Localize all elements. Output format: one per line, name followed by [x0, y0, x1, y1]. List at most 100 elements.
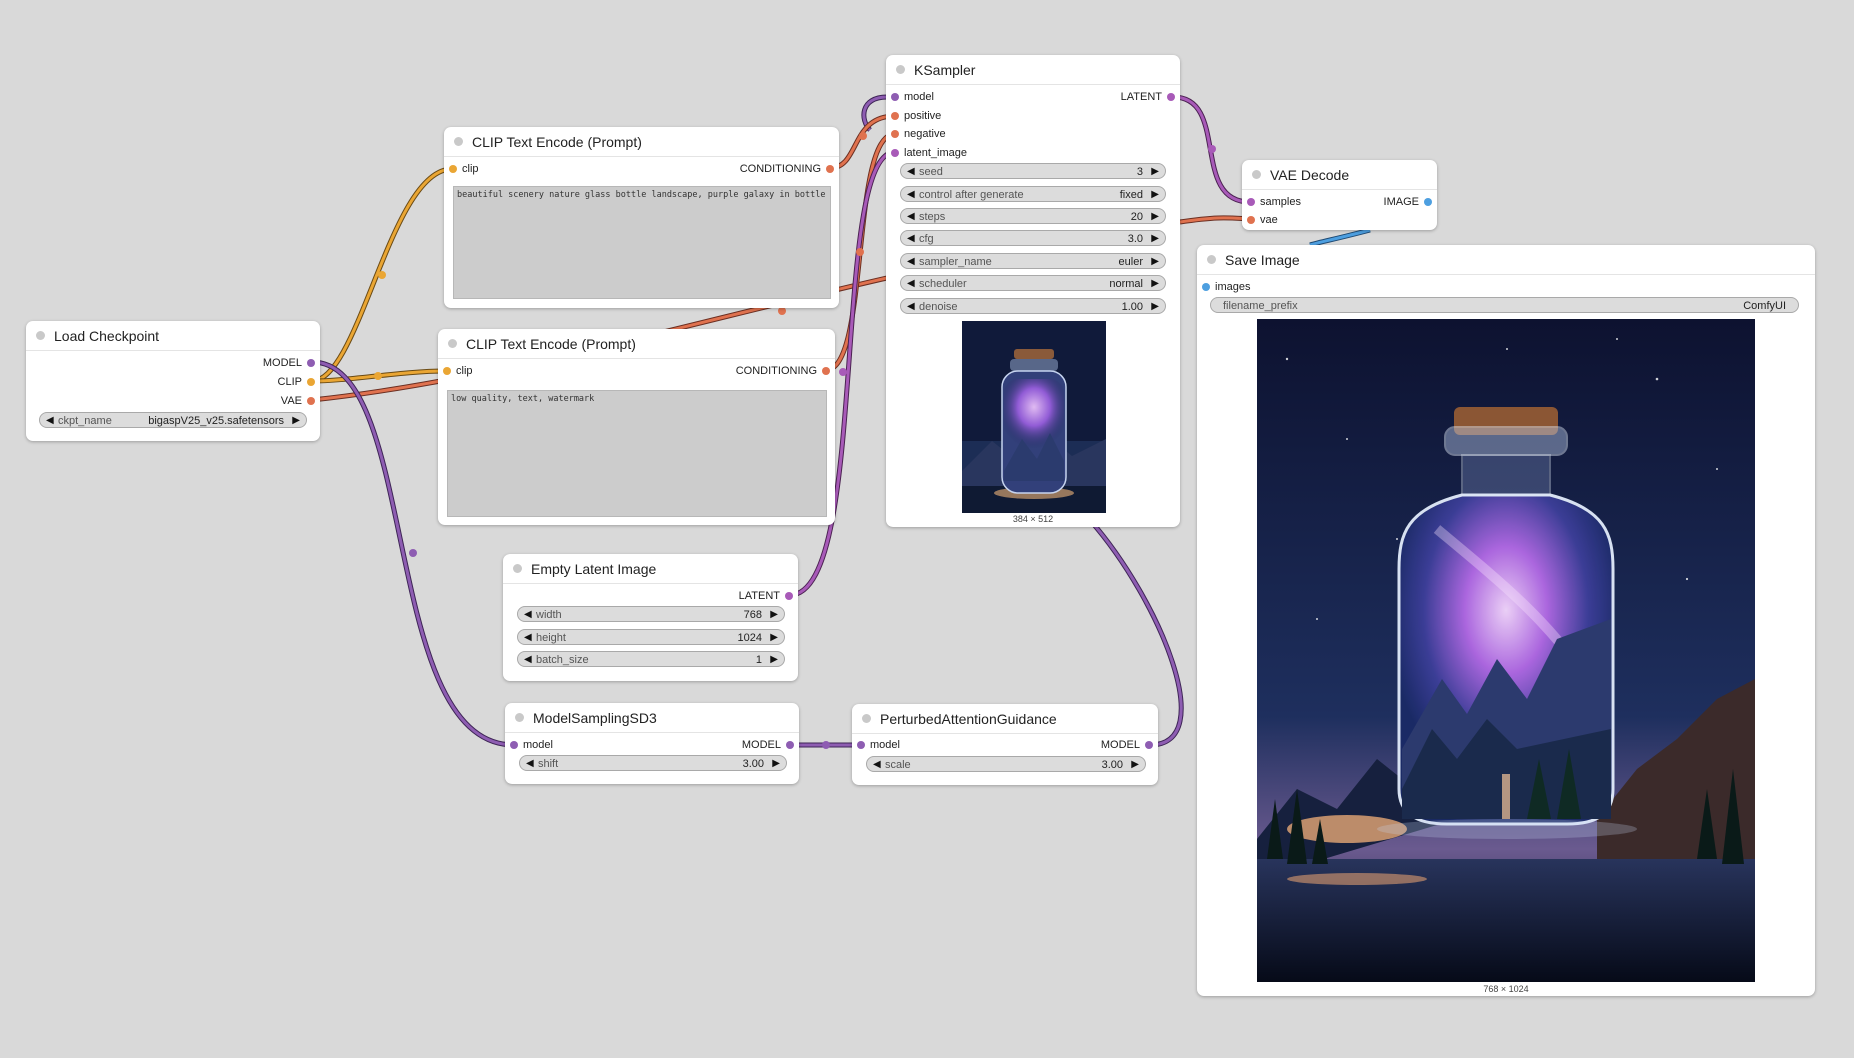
- output-conditioning[interactable]: CONDITIONING: [740, 162, 839, 176]
- output-dot-icon[interactable]: [785, 592, 793, 600]
- node-clip-text-encode-positive[interactable]: CLIP Text Encode (Prompt) clip CONDITION…: [444, 127, 839, 308]
- input-dot-icon[interactable]: [1247, 216, 1255, 224]
- node-ksampler[interactable]: KSampler model positive negative latent_…: [886, 55, 1180, 527]
- node-header[interactable]: PerturbedAttentionGuidance: [852, 704, 1158, 734]
- input-latent-image[interactable]: latent_image: [886, 146, 967, 160]
- output-model[interactable]: MODEL: [263, 356, 320, 370]
- input-dot-icon[interactable]: [1202, 283, 1210, 291]
- steps-widget[interactable]: ◀ steps 20 ▶: [900, 208, 1166, 224]
- output-dot-icon[interactable]: [1167, 93, 1175, 101]
- arrow-left-icon[interactable]: ◀: [524, 652, 532, 668]
- output-model[interactable]: MODEL: [1101, 738, 1158, 752]
- collapse-dot-icon[interactable]: [454, 137, 463, 146]
- input-dot-icon[interactable]: [891, 149, 899, 157]
- input-model[interactable]: model: [505, 738, 553, 752]
- width-widget[interactable]: ◀ width 768 ▶: [517, 606, 785, 622]
- input-dot-icon[interactable]: [891, 93, 899, 101]
- input-model[interactable]: model: [852, 738, 900, 752]
- input-model[interactable]: model: [886, 90, 934, 104]
- node-perturbed-attention-guidance[interactable]: PerturbedAttentionGuidance model MODEL ◀…: [852, 704, 1158, 785]
- arrow-right-icon[interactable]: ▶: [770, 630, 778, 646]
- output-model[interactable]: MODEL: [742, 738, 799, 752]
- arrow-right-icon[interactable]: ▶: [1151, 299, 1159, 315]
- node-header[interactable]: VAE Decode: [1242, 160, 1437, 190]
- input-dot-icon[interactable]: [510, 741, 518, 749]
- output-clip[interactable]: CLIP: [278, 375, 320, 389]
- output-dot-icon[interactable]: [307, 397, 315, 405]
- collapse-dot-icon[interactable]: [1252, 170, 1261, 179]
- output-dot-icon[interactable]: [307, 378, 315, 386]
- collapse-dot-icon[interactable]: [1207, 255, 1216, 264]
- output-conditioning[interactable]: CONDITIONING: [736, 364, 835, 378]
- output-dot-icon[interactable]: [307, 359, 315, 367]
- seed-widget[interactable]: ◀ seed 3 ▶: [900, 163, 1166, 179]
- node-save-image[interactable]: Save Image images filename_prefix ComfyU…: [1197, 245, 1815, 996]
- node-empty-latent-image[interactable]: Empty Latent Image LATENT ◀ width 768 ▶ ◀ he…: [503, 554, 798, 681]
- arrow-left-icon[interactable]: ◀: [907, 209, 915, 225]
- arrow-left-icon[interactable]: ◀: [524, 630, 532, 646]
- arrow-right-icon[interactable]: ▶: [1131, 757, 1139, 773]
- arrow-left-icon[interactable]: ◀: [907, 276, 915, 292]
- input-clip[interactable]: clip: [438, 364, 473, 378]
- input-dot-icon[interactable]: [891, 130, 899, 138]
- scale-widget[interactable]: ◀ scale 3.00 ▶: [866, 756, 1146, 772]
- arrow-right-icon[interactable]: ▶: [770, 607, 778, 623]
- collapse-dot-icon[interactable]: [896, 65, 905, 74]
- node-model-sampling-sd3[interactable]: ModelSamplingSD3 model MODEL ◀ shift 3.00 ▶: [505, 703, 799, 784]
- arrow-left-icon[interactable]: ◀: [873, 757, 881, 773]
- output-latent[interactable]: LATENT: [1121, 90, 1180, 104]
- arrow-right-icon[interactable]: ▶: [1151, 254, 1159, 270]
- prompt-textarea[interactable]: low quality, text, watermark: [447, 390, 827, 517]
- cfg-widget[interactable]: ◀ cfg 3.0 ▶: [900, 230, 1166, 246]
- node-header[interactable]: CLIP Text Encode (Prompt): [444, 127, 839, 157]
- input-vae[interactable]: vae: [1242, 213, 1278, 227]
- node-clip-text-encode-negative[interactable]: CLIP Text Encode (Prompt) clip CONDITION…: [438, 329, 835, 525]
- node-header[interactable]: Save Image: [1197, 245, 1815, 275]
- node-header[interactable]: ModelSamplingSD3: [505, 703, 799, 733]
- node-vae-decode[interactable]: VAE Decode samples vae IMAGE: [1242, 160, 1437, 230]
- input-dot-icon[interactable]: [449, 165, 457, 173]
- arrow-right-icon[interactable]: ▶: [1151, 276, 1159, 292]
- output-dot-icon[interactable]: [786, 741, 794, 749]
- arrow-left-icon[interactable]: ◀: [907, 254, 915, 270]
- arrow-right-icon[interactable]: ▶: [1151, 231, 1159, 247]
- arrow-right-icon[interactable]: ▶: [1151, 164, 1159, 180]
- arrow-right-icon[interactable]: ▶: [1151, 187, 1159, 203]
- batch-size-widget[interactable]: ◀ batch_size 1 ▶: [517, 651, 785, 667]
- arrow-right-icon[interactable]: ▶: [292, 413, 300, 429]
- control-after-generate-widget[interactable]: ◀ control after generate fixed ▶: [900, 186, 1166, 202]
- node-header[interactable]: CLIP Text Encode (Prompt): [438, 329, 835, 359]
- input-negative[interactable]: negative: [886, 127, 946, 141]
- denoise-widget[interactable]: ◀ denoise 1.00 ▶: [900, 298, 1166, 314]
- node-load-checkpoint[interactable]: Load Checkpoint MODEL CLIP VAE ◀ ckpt_na…: [26, 321, 320, 441]
- arrow-left-icon[interactable]: ◀: [524, 607, 532, 623]
- collapse-dot-icon[interactable]: [513, 564, 522, 573]
- output-image[interactable]: IMAGE: [1384, 195, 1437, 209]
- collapse-dot-icon[interactable]: [36, 331, 45, 340]
- arrow-left-icon[interactable]: ◀: [46, 413, 54, 429]
- arrow-left-icon[interactable]: ◀: [907, 299, 915, 315]
- node-header[interactable]: Empty Latent Image: [503, 554, 798, 584]
- collapse-dot-icon[interactable]: [515, 713, 524, 722]
- input-clip[interactable]: clip: [444, 162, 479, 176]
- input-samples[interactable]: samples: [1242, 195, 1301, 209]
- collapse-dot-icon[interactable]: [862, 714, 871, 723]
- arrow-right-icon[interactable]: ▶: [1151, 209, 1159, 225]
- shift-widget[interactable]: ◀ shift 3.00 ▶: [519, 755, 787, 771]
- input-dot-icon[interactable]: [443, 367, 451, 375]
- input-dot-icon[interactable]: [1247, 198, 1255, 206]
- output-dot-icon[interactable]: [1424, 198, 1432, 206]
- input-images[interactable]: images: [1197, 280, 1250, 294]
- prompt-textarea[interactable]: beautiful scenery nature glass bottle la…: [453, 186, 831, 299]
- filename-prefix-widget[interactable]: filename_prefix ComfyUI: [1210, 297, 1799, 313]
- scheduler-widget[interactable]: ◀ scheduler normal ▶: [900, 275, 1166, 291]
- output-dot-icon[interactable]: [826, 165, 834, 173]
- arrow-left-icon[interactable]: ◀: [907, 231, 915, 247]
- height-widget[interactable]: ◀ height 1024 ▶: [517, 629, 785, 645]
- input-dot-icon[interactable]: [891, 112, 899, 120]
- arrow-right-icon[interactable]: ▶: [770, 652, 778, 668]
- output-vae[interactable]: VAE: [281, 394, 320, 408]
- arrow-left-icon[interactable]: ◀: [907, 164, 915, 180]
- ckpt-name-combo[interactable]: ◀ ckpt_name bigaspV25_v25.safetensors ▶: [39, 412, 307, 428]
- arrow-left-icon[interactable]: ◀: [907, 187, 915, 203]
